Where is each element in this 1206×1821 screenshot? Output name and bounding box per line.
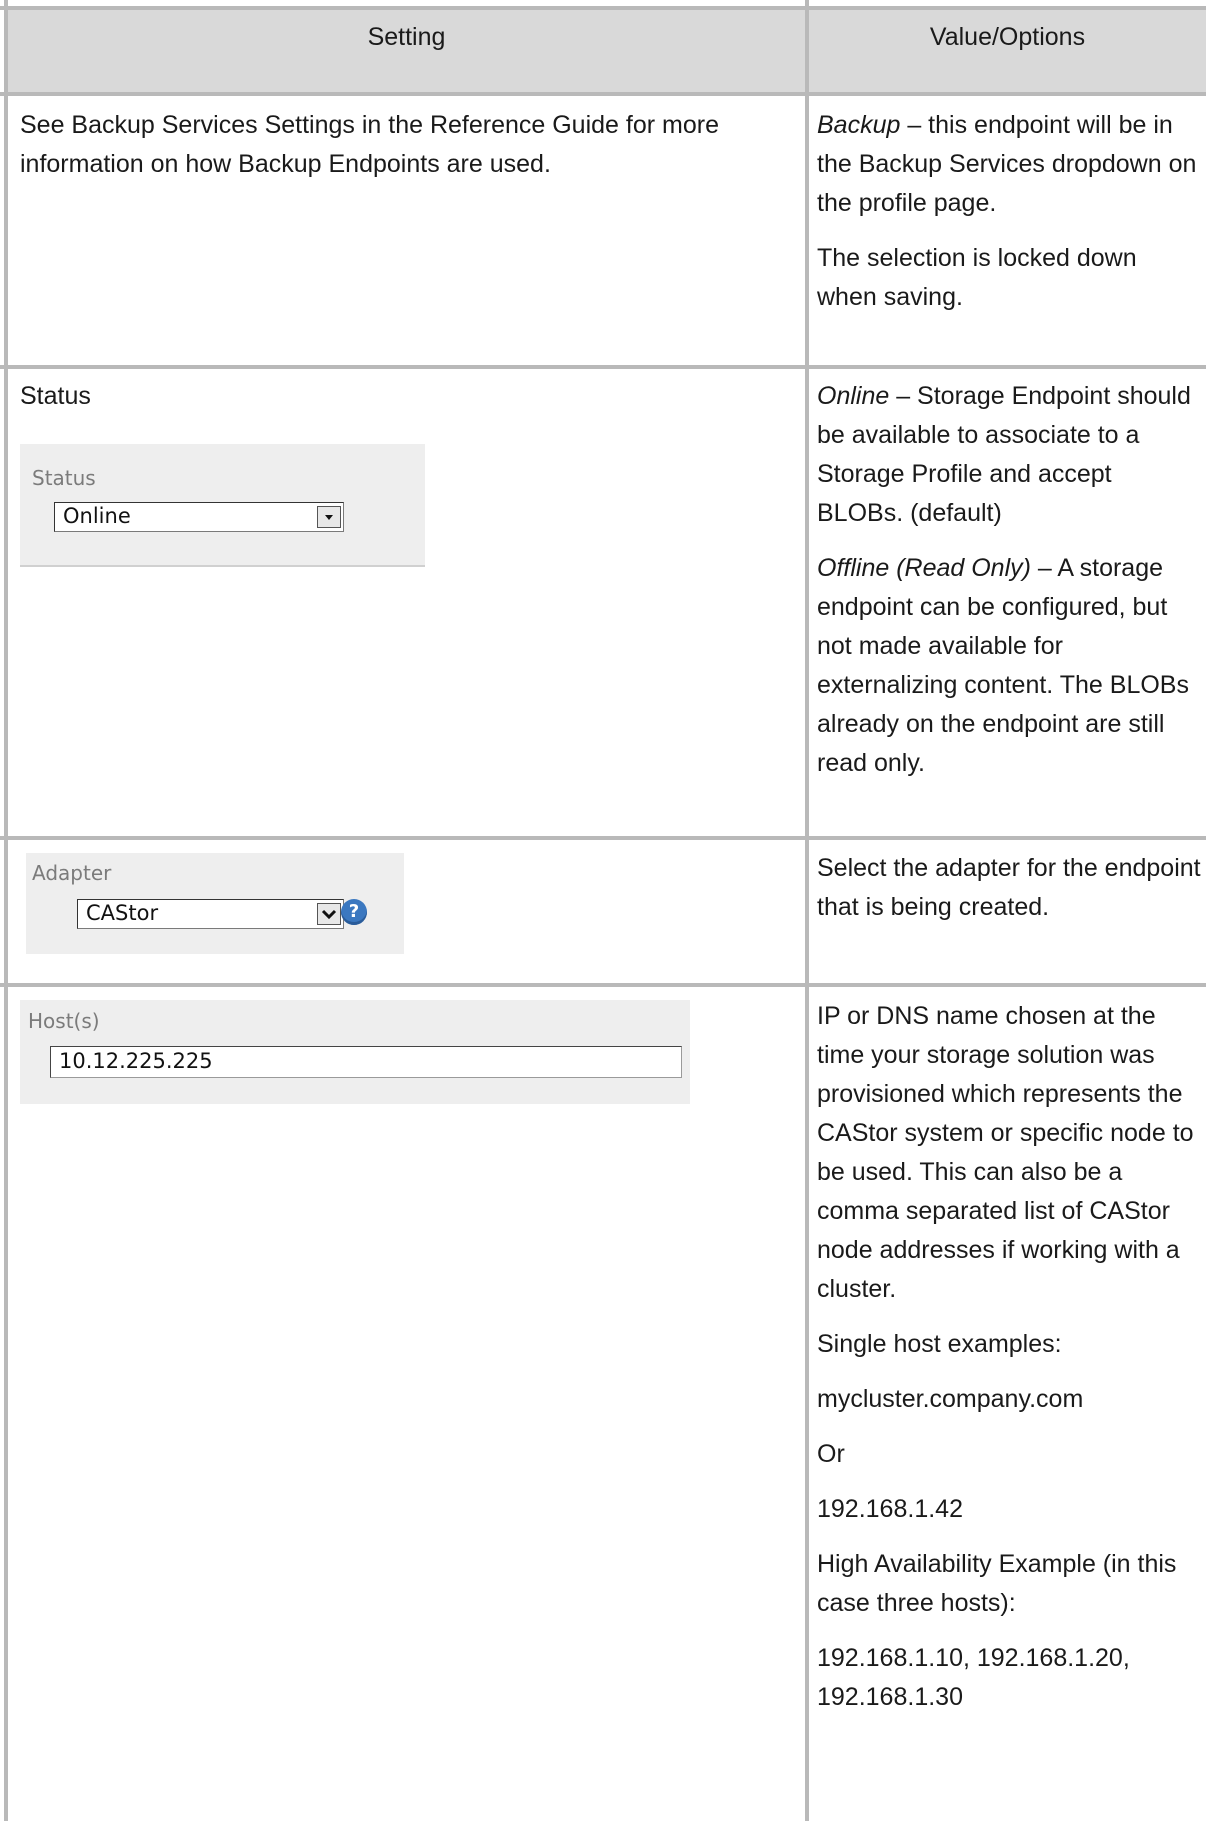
- value-term: Online: [817, 382, 890, 410]
- status-selected-value: Online: [63, 504, 131, 528]
- value-paragraph: Online – Storage Endpoint should be avai…: [817, 377, 1201, 533]
- grid-line: [0, 983, 1206, 987]
- dropdown-arrow-icon[interactable]: [317, 506, 341, 528]
- status-ui-screenshot: Status Online: [20, 444, 425, 567]
- value-paragraph: 192.168.1.42: [817, 1495, 963, 1523]
- row-hosts-value: IP or DNS name chosen at the time your s…: [817, 997, 1201, 1717]
- hosts-ui-screenshot: Host(s) 10.12.225.225: [20, 1000, 690, 1104]
- value-paragraph: mycluster.company.com: [817, 1385, 1084, 1413]
- help-icon[interactable]: ?: [341, 899, 367, 925]
- value-paragraph: IP or DNS name chosen at the time your s…: [817, 1002, 1194, 1303]
- chevron-down-icon[interactable]: [317, 903, 341, 925]
- hosts-input[interactable]: 10.12.225.225: [50, 1046, 682, 1078]
- hosts-input-value: 10.12.225.225: [59, 1049, 213, 1073]
- grid-line: [0, 92, 1206, 96]
- row-backup-setting: See Backup Services Settings in the Refe…: [20, 106, 780, 184]
- row-backup-value: Backup – this endpoint will be in the Ba…: [817, 106, 1201, 317]
- grid-line: [4, 0, 8, 1821]
- value-paragraph: Offline (Read Only) – A storage endpoint…: [817, 549, 1201, 783]
- grid-line: [0, 365, 1206, 369]
- adapter-selected-value: CAStor: [86, 901, 159, 925]
- value-paragraph: Select the adapter for the endpoint that…: [817, 854, 1201, 921]
- hosts-label: Host(s): [28, 1009, 100, 1033]
- value-text: – A storage endpoint can be configured, …: [817, 554, 1189, 777]
- adapter-label: Adapter: [32, 861, 112, 885]
- grid-line: [0, 836, 1206, 840]
- value-paragraph: 192.168.1.10, 192.168.1.20, 192.168.1.30: [817, 1644, 1130, 1711]
- value-paragraph: The selection is locked down when saving…: [817, 244, 1137, 311]
- column-header-value: Value/Options: [929, 23, 1086, 51]
- grid-line: [805, 0, 809, 1821]
- row-status-value: Online – Storage Endpoint should be avai…: [817, 377, 1201, 783]
- adapter-ui-screenshot: Adapter CAStor ?: [26, 853, 404, 954]
- value-paragraph: Backup – this endpoint will be in the Ba…: [817, 106, 1201, 223]
- value-paragraph: High Availability Example (in this case …: [817, 1550, 1177, 1617]
- grid-line: [0, 6, 1206, 10]
- setting-text: Status: [20, 382, 91, 410]
- setting-text: See Backup Services Settings in the Refe…: [20, 111, 719, 178]
- adapter-select[interactable]: CAStor: [77, 899, 344, 929]
- row-adapter-value: Select the adapter for the endpoint that…: [817, 849, 1201, 927]
- row-status-setting: Status: [20, 377, 780, 416]
- settings-table: Setting Value/Options See Backup Service…: [0, 0, 1206, 1821]
- value-term: Backup: [817, 111, 901, 139]
- status-label: Status: [32, 466, 96, 490]
- value-paragraph: Single host examples:: [817, 1330, 1062, 1358]
- status-select[interactable]: Online: [54, 502, 344, 532]
- value-paragraph: Or: [817, 1440, 845, 1468]
- column-header-setting: Setting: [367, 23, 446, 51]
- value-term: Offline (Read Only): [817, 554, 1031, 582]
